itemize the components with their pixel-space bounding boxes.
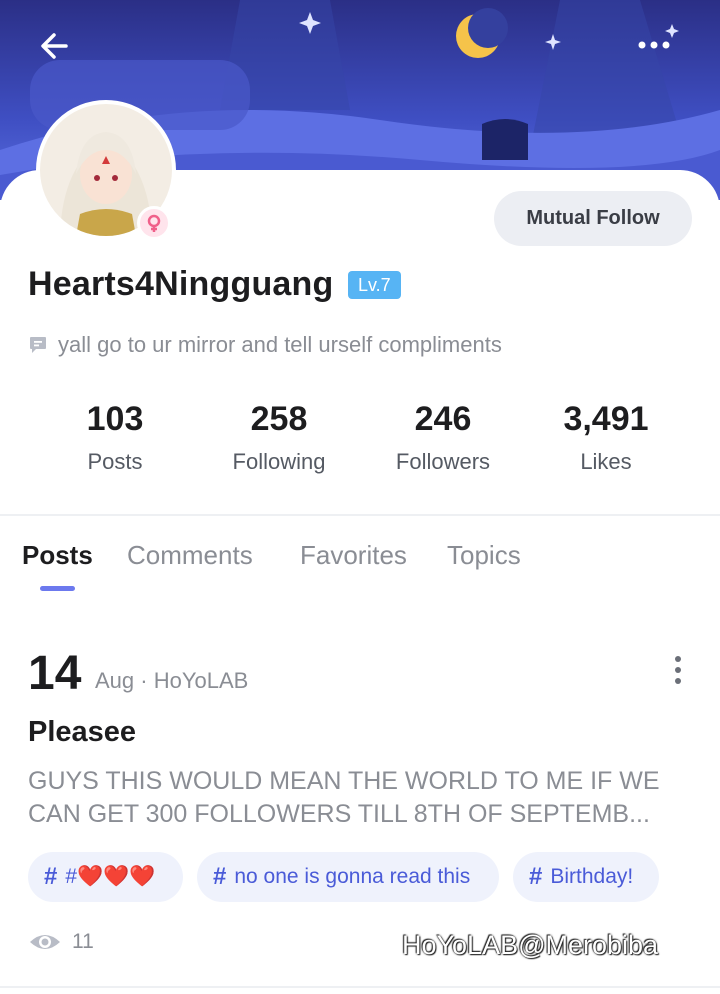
- tag-label: no one is gonna read this: [234, 865, 471, 888]
- stat-following[interactable]: 258 Following: [199, 400, 359, 475]
- post-date-source: Aug · HoYoLAB: [95, 668, 249, 693]
- tab-topics[interactable]: Topics: [447, 540, 521, 571]
- eye-icon: [30, 935, 60, 949]
- female-badge-icon: [147, 214, 161, 232]
- avatar-badge: [137, 206, 171, 240]
- post-views: 11: [28, 930, 94, 954]
- hashtag-icon: #: [44, 863, 58, 890]
- post-tag[interactable]: # no one is gonna read this: [197, 852, 499, 902]
- mutual-follow-button[interactable]: Mutual Follow: [494, 191, 692, 246]
- stat-value: 246: [414, 400, 472, 438]
- stat-followers[interactable]: 246 Followers: [363, 400, 523, 475]
- watermark: HoYoLAB@Merobiba: [402, 930, 659, 960]
- stat-label: Posts: [87, 449, 143, 474]
- section-divider: [0, 514, 720, 516]
- stat-posts[interactable]: 103 Posts: [35, 400, 195, 475]
- more-dots-icon: [638, 41, 670, 49]
- stat-label: Following: [232, 449, 326, 474]
- bio: yall go to ur mirror and tell urself com…: [28, 332, 502, 358]
- stat-value: 258: [250, 400, 308, 438]
- level-badge: Lv.7: [348, 271, 401, 299]
- post-excerpt[interactable]: GUYS THIS WOULD MEAN THE WORLD TO ME IF …: [28, 765, 698, 831]
- hashtag-icon: #: [213, 863, 227, 890]
- views-count: 11: [72, 930, 94, 953]
- stat-label: Likes: [580, 449, 632, 474]
- arrow-left-icon: [41, 33, 68, 59]
- bio-text: yall go to ur mirror and tell urself com…: [58, 332, 502, 357]
- tab-favorites[interactable]: Favorites: [300, 540, 407, 571]
- post-options-button[interactable]: [668, 654, 688, 688]
- tab-posts[interactable]: Posts: [22, 540, 93, 571]
- post-title[interactable]: Pleasee: [28, 716, 136, 749]
- back-button[interactable]: [36, 28, 72, 64]
- hashtag-icon: #: [529, 863, 543, 890]
- comment-bubble-icon: [30, 337, 46, 353]
- bottom-divider: [0, 986, 720, 988]
- tag-label: Birthday!: [550, 865, 634, 888]
- more-options-button[interactable]: [636, 30, 672, 60]
- stat-value: 103: [86, 400, 144, 438]
- active-tab-indicator: [40, 586, 75, 591]
- post-tag[interactable]: # #❤️❤️❤️: [28, 852, 183, 902]
- username: Hearts4Ningguang: [28, 265, 334, 303]
- vertical-dots-icon: [675, 656, 681, 684]
- stat-likes[interactable]: 3,491 Likes: [526, 400, 686, 475]
- tag-label: #❤️❤️❤️: [65, 865, 156, 888]
- tab-comments[interactable]: Comments: [127, 540, 253, 571]
- stat-label: Followers: [395, 449, 491, 474]
- stat-value: 3,491: [563, 400, 649, 438]
- post-date-day: 14: [28, 647, 82, 700]
- post-tag[interactable]: # Birthday!: [513, 852, 659, 902]
